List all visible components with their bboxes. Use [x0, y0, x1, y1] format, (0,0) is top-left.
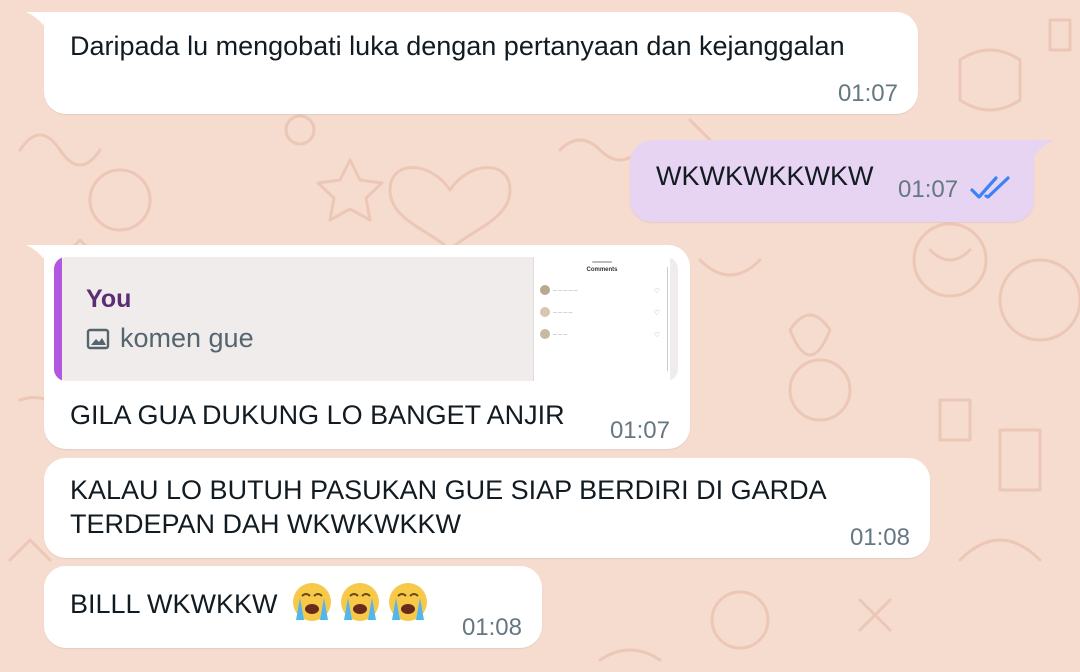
message-timestamp: 01:08: [461, 614, 522, 641]
loudly-crying-face-emoji-icon: [341, 583, 379, 621]
message-text: Daripada lu mengobati luka dengan pertan…: [70, 31, 845, 61]
message-timestamp: 01:07: [837, 80, 898, 107]
quote-accent-bar: [54, 257, 62, 381]
message-text-line: KALAU LO BUTUH PASUKAN GUE SIAP BERDIRI …: [70, 475, 827, 505]
message-bubble-incoming[interactable]: You komen gue Comments — — — — — ♡ — — —…: [44, 245, 690, 449]
quote-text: komen gue: [120, 323, 254, 353]
quote-content: komen gue: [86, 323, 254, 354]
quote-author: You: [86, 285, 132, 313]
message-timestamp: 01:07: [898, 176, 959, 203]
message-timestamp: 01:07: [609, 417, 670, 444]
message-bubble-incoming[interactable]: BILLL WKWKKW 01:08: [44, 566, 542, 648]
loudly-crying-face-emoji-icon: [293, 583, 331, 621]
message-text-line: TERDEPAN DAH WKWKWKKW: [70, 509, 461, 539]
comments-screenshot-thumbnail: Comments — — — — — ♡ — — — — ♡ — — — ♡: [533, 257, 670, 381]
message-text: GILA GUA DUKUNG LO BANGET ANJIR: [70, 400, 565, 430]
image-icon: [86, 328, 110, 349]
reply-quote[interactable]: You komen gue Comments — — — — — ♡ — — —…: [54, 257, 678, 381]
message-text: WKWKWKKWKW: [656, 161, 874, 191]
message-timestamp: 01:08: [849, 524, 910, 551]
double-check-read-icon: [970, 176, 1010, 199]
message-text-content: BILLL WKWKKW: [70, 589, 278, 619]
emoji-group: [288, 580, 430, 624]
message-bubble-incoming[interactable]: Daripada lu mengobati luka dengan pertan…: [44, 12, 918, 114]
message-text: BILLL WKWKKW: [70, 586, 278, 622]
loudly-crying-face-emoji-icon: [389, 583, 427, 621]
message-bubble-incoming[interactable]: KALAU LO BUTUH PASUKAN GUE SIAP BERDIRI …: [44, 458, 930, 558]
message-bubble-outgoing[interactable]: WKWKWKKWKW 01:07: [630, 140, 1034, 222]
